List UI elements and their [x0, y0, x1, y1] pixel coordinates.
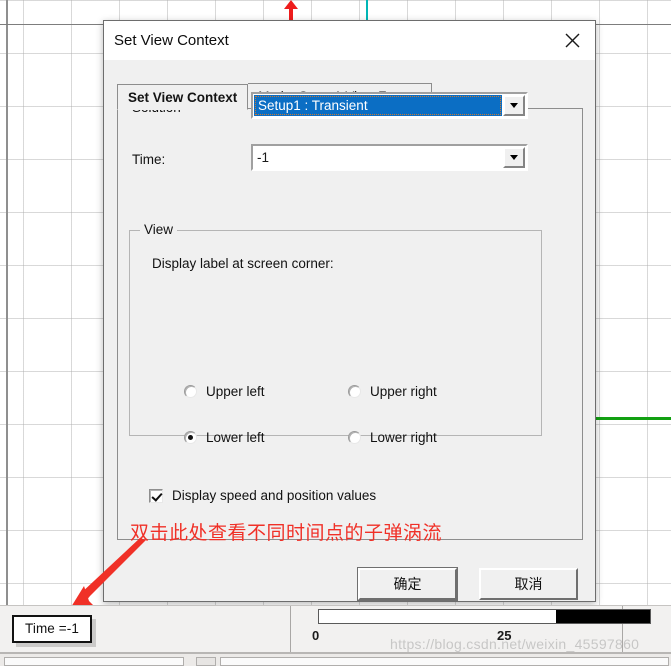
- dialog-titlebar[interactable]: Set View Context: [104, 21, 595, 60]
- cancel-button[interactable]: 取消: [479, 568, 578, 600]
- time-combobox-value: -1: [257, 150, 270, 165]
- radio-label: Lower left: [206, 430, 265, 445]
- canvas-left-rail: [6, 0, 8, 610]
- footer-field-middle[interactable]: [196, 657, 216, 666]
- radio-upper-left[interactable]: Upper left: [184, 384, 265, 399]
- cancel-button-label: 取消: [514, 576, 543, 592]
- radio-lower-right[interactable]: Lower right: [348, 430, 437, 445]
- chevron-down-icon[interactable]: [503, 147, 525, 168]
- radio-lower-left[interactable]: Lower left: [184, 430, 265, 445]
- footer-field-left[interactable]: [4, 657, 184, 666]
- solution-combobox-value: Setup1 : Transient: [254, 95, 502, 116]
- checkbox-label: Display speed and position values: [172, 488, 377, 503]
- ok-button[interactable]: 确定: [357, 567, 458, 601]
- view-groupbox-title: View: [140, 222, 178, 237]
- solution-combobox[interactable]: Setup1 : Transient: [251, 92, 528, 119]
- slider-max-label: 25: [497, 628, 512, 643]
- radio-icon-selected: [184, 431, 197, 444]
- footer-field-right[interactable]: [220, 657, 669, 666]
- radio-label: Lower right: [370, 430, 437, 445]
- slider-min-label: 0: [312, 628, 320, 643]
- radio-upper-right[interactable]: Upper right: [348, 384, 437, 399]
- ok-button-label: 确定: [393, 576, 422, 592]
- radio-icon: [184, 385, 197, 398]
- set-view-context-dialog: Set View Context Set View Context Motion…: [103, 20, 596, 602]
- close-icon[interactable]: [550, 21, 595, 60]
- tab-set-view-context[interactable]: Set View Context: [117, 84, 249, 110]
- annotation-text: 双击此处查看不同时间点的子弹涡流: [130, 522, 443, 544]
- bottom-bar-divider: [290, 606, 291, 652]
- radio-icon: [348, 385, 361, 398]
- dialog-title: Set View Context: [114, 32, 229, 49]
- radio-icon: [348, 431, 361, 444]
- tab-label: Set View Context: [128, 89, 238, 105]
- radio-label: Upper left: [206, 384, 265, 399]
- time-readout-label: Time =-1: [12, 615, 92, 643]
- time-slider-fill: [319, 610, 558, 623]
- chevron-down-icon[interactable]: [503, 95, 525, 116]
- time-slider[interactable]: [318, 609, 651, 624]
- radio-label: Upper right: [370, 384, 437, 399]
- time-combobox[interactable]: -1: [251, 144, 528, 171]
- display-label-prompt: Display label at screen corner:: [152, 256, 334, 271]
- display-speed-position-checkbox[interactable]: Display speed and position values: [149, 488, 376, 503]
- checkbox-icon-checked: [149, 488, 163, 503]
- green-horizontal-line-marker: [596, 417, 671, 420]
- time-label: Time:: [132, 152, 166, 167]
